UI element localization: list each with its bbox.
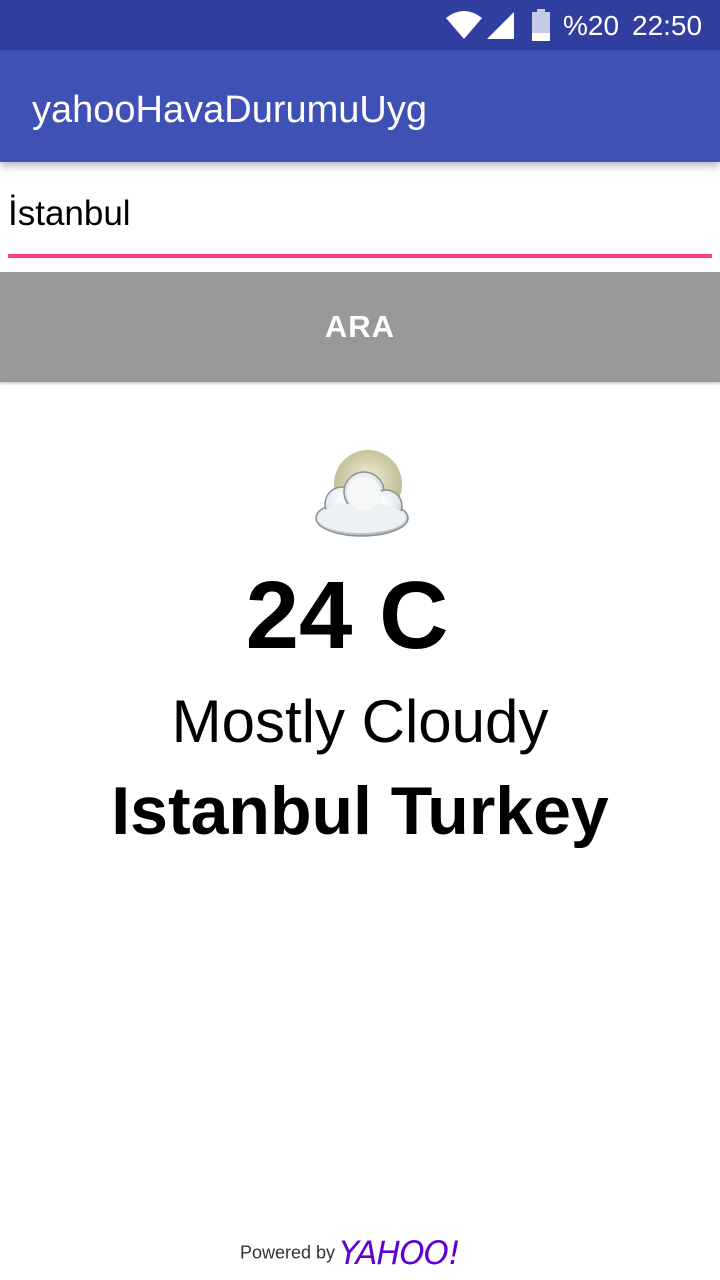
temperature: 24 C — [245, 562, 449, 669]
app-title: yahooHavaDurumuUyg — [32, 89, 427, 131]
powered-by-text: Powered by — [240, 1242, 336, 1263]
powered-by-yahoo-logo: Powered by YAHOO! — [240, 1234, 461, 1274]
status-clock: 22:50 — [632, 10, 703, 41]
yahoo-logo: YAHOO! — [339, 1234, 461, 1272]
battery-icon — [532, 9, 550, 41]
battery-percentage: %20 — [563, 10, 620, 41]
search-button[interactable]: ARA — [0, 272, 720, 382]
city-search-input[interactable] — [8, 190, 712, 258]
signal-icon — [487, 12, 514, 39]
location-name: Istanbul Turkey — [111, 773, 609, 849]
mostly-cloudy-icon — [315, 450, 409, 537]
app-bar: yahooHavaDurumuUyg — [0, 50, 720, 162]
wifi-icon — [446, 11, 482, 39]
weather-condition: Mostly Cloudy — [171, 688, 549, 755]
status-bar: %20 22:50 — [0, 0, 720, 50]
